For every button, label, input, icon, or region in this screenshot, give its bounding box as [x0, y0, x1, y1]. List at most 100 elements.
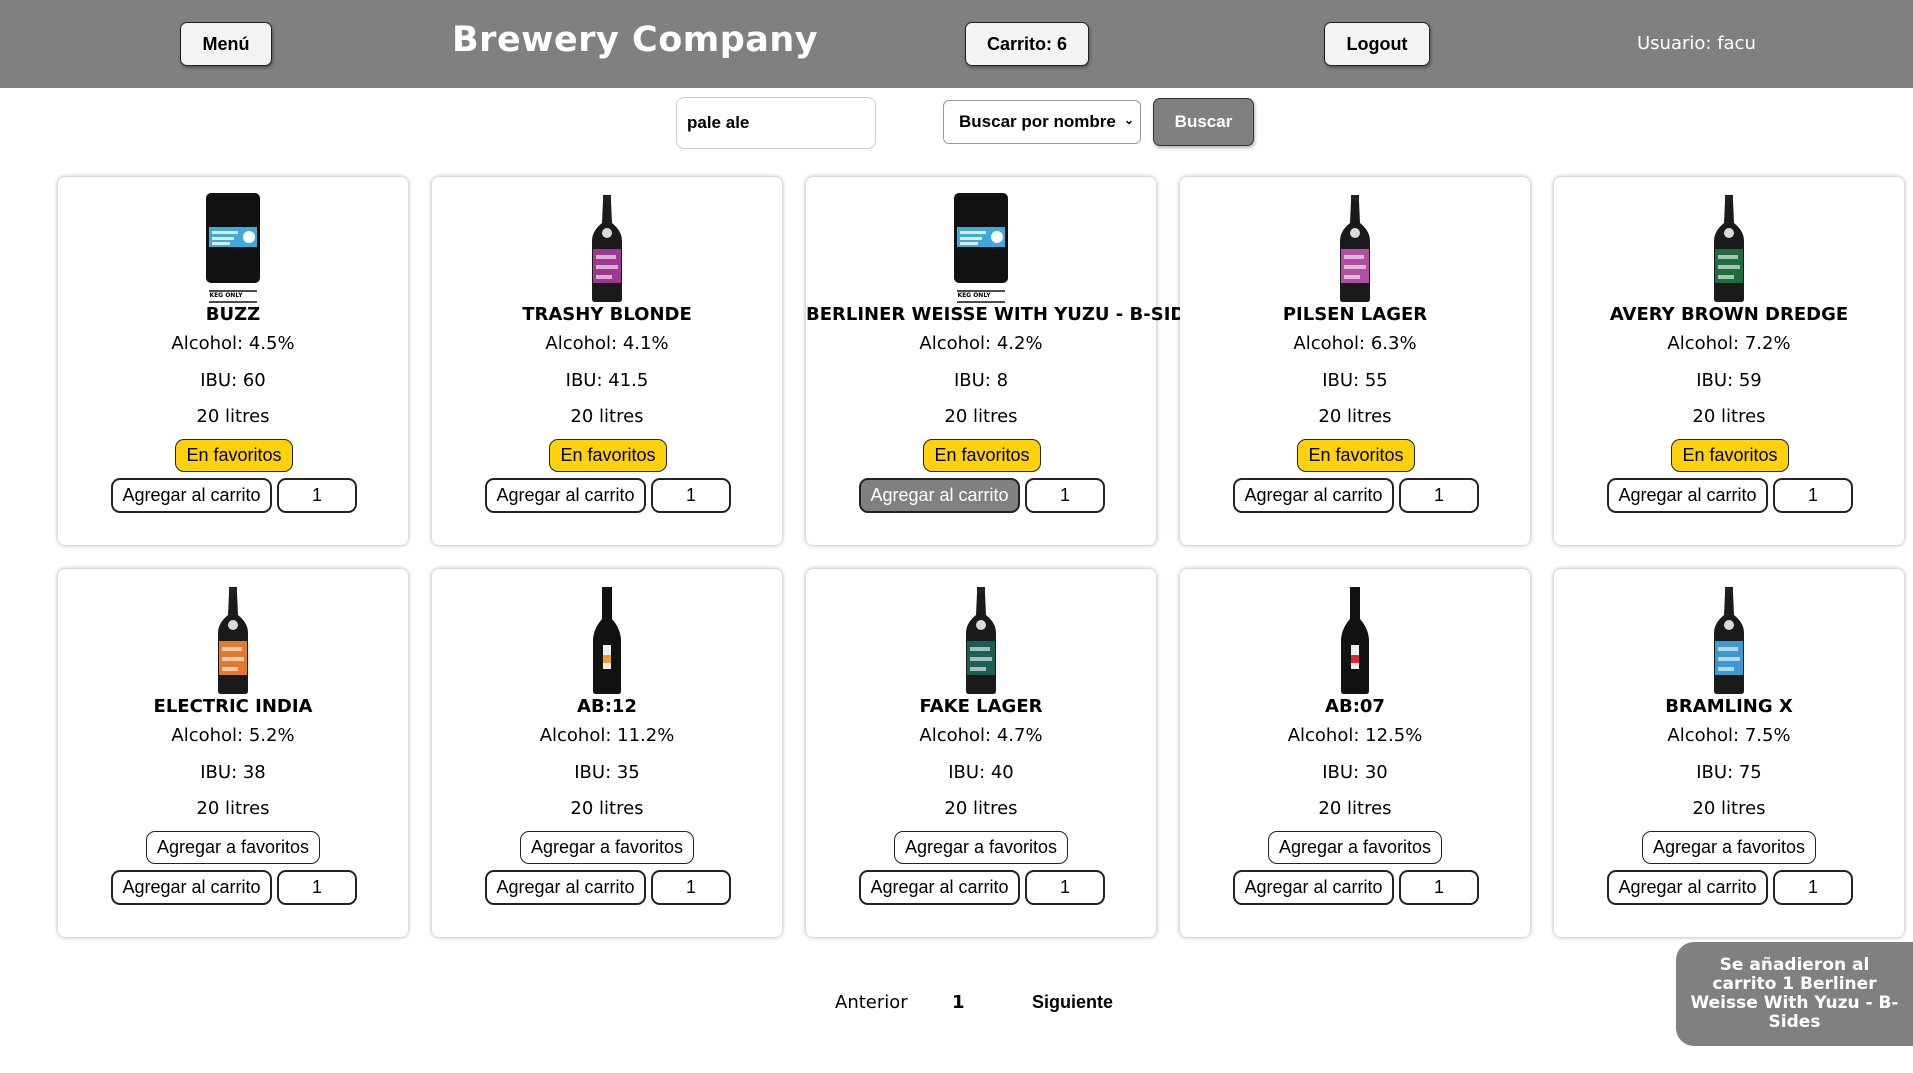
in-favorites-button[interactable]: En favoritos [1671, 439, 1789, 472]
in-favorites-button[interactable]: En favoritos [1297, 439, 1415, 472]
add-to-favorites-button[interactable]: Agregar a favoritos [146, 831, 320, 864]
add-to-cart-button[interactable]: Agregar al carrito [485, 870, 646, 905]
product-ibu: IBU: 75 [1696, 762, 1762, 783]
quantity-input[interactable]: 1 [651, 870, 731, 905]
search-mode-select[interactable]: Buscar por nombre ⌄ [943, 100, 1141, 144]
wine-bottle-icon [572, 585, 642, 695]
product-name: PILSEN LAGER [1282, 304, 1428, 325]
product-card: AB:12 Alcohol: 11.2% IBU: 35 20 litres Agreg… [432, 569, 782, 937]
quantity-input[interactable]: 1 [1025, 478, 1105, 513]
product-alcohol: Alcohol: 5.2% [171, 725, 295, 746]
product-ibu: IBU: 59 [1696, 370, 1762, 391]
chevron-down-icon: ⌄ [1123, 113, 1134, 127]
add-to-cart-button[interactable]: Agregar al carrito [1607, 478, 1768, 513]
cart-button[interactable]: Carrito: 6 [965, 22, 1089, 66]
add-to-cart-button[interactable]: Agregar al carrito [485, 478, 646, 513]
product-alcohol: Alcohol: 6.3% [1293, 333, 1417, 354]
product-name: BUZZ [205, 304, 261, 325]
product-ibu: IBU: 38 [200, 762, 266, 783]
product-card: AVERY BROWN DREDGE Alcohol: 7.2% IBU: 59 20… [1554, 177, 1904, 545]
keg-label: KEG ONLY [209, 292, 243, 299]
quantity-input[interactable]: 1 [651, 478, 731, 513]
product-volume: 20 litres [570, 798, 644, 819]
product-volume: 20 litres [944, 798, 1018, 819]
search-button[interactable]: Buscar [1153, 98, 1254, 146]
bottle-icon [1694, 193, 1764, 303]
product-alcohol: Alcohol: 12.5% [1287, 725, 1423, 746]
user-label: Usuario: facu [1637, 33, 1756, 54]
wine-bottle-icon [1320, 585, 1390, 695]
product-volume: 20 litres [1318, 798, 1392, 819]
in-favorites-button[interactable]: En favoritos [549, 439, 667, 472]
add-to-favorites-button[interactable]: Agregar a favoritos [1642, 831, 1816, 864]
bottle-icon [198, 585, 268, 695]
add-to-cart-button[interactable]: Agregar al carrito [111, 870, 272, 905]
product-volume: 20 litres [1692, 406, 1766, 427]
add-to-favorites-button[interactable]: Agregar a favoritos [894, 831, 1068, 864]
quantity-input[interactable]: 1 [277, 478, 357, 513]
product-ibu: IBU: 55 [1322, 370, 1388, 391]
brand-title: Brewery Company [452, 20, 819, 60]
bottle-icon [1320, 193, 1390, 303]
prev-page-link[interactable]: Anterior [835, 992, 908, 1013]
product-alcohol: Alcohol: 4.5% [171, 333, 295, 354]
product-card: ELECTRIC INDIA Alcohol: 5.2% IBU: 38 20 lit… [58, 569, 408, 937]
add-to-cart-button[interactable]: Agregar al carrito [859, 870, 1020, 905]
product-card: TRASHY BLONDE Alcohol: 4.1% IBU: 41.5 20 li… [432, 177, 782, 545]
product-alcohol: Alcohol: 7.2% [1667, 333, 1791, 354]
bottle-icon [946, 585, 1016, 695]
add-to-cart-button[interactable]: Agregar al carrito [1233, 478, 1394, 513]
product-card: AB:07 Alcohol: 12.5% IBU: 30 20 litres Agreg… [1180, 569, 1530, 937]
add-to-cart-button[interactable]: Agregar al carrito [1233, 870, 1394, 905]
bottle-icon [1694, 585, 1764, 695]
product-ibu: IBU: 60 [200, 370, 266, 391]
product-ibu: IBU: 40 [948, 762, 1014, 783]
product-volume: 20 litres [944, 406, 1018, 427]
product-ibu: IBU: 41.5 [565, 370, 649, 391]
in-favorites-button[interactable]: En favoritos [175, 439, 293, 472]
product-card: BRAMLING X Alcohol: 7.5% IBU: 75 20 litres A… [1554, 569, 1904, 937]
product-card: KEG ONLY BUZZ Alcohol: 4.5% IBU: 60 20 litre… [58, 177, 408, 545]
add-to-cart-button[interactable]: Agregar al carrito [859, 478, 1020, 513]
top-navbar: Menú Brewery Company Carrito: 6 Logout U… [0, 0, 1913, 88]
product-card: FAKE LAGER Alcohol: 4.7% IBU: 40 20 litres A… [806, 569, 1156, 937]
add-to-cart-button[interactable]: Agregar al carrito [111, 478, 272, 513]
in-favorites-button[interactable]: En favoritos [923, 439, 1041, 472]
toast-notification: Se añadieron al carrito 1 Berliner Weiss… [1676, 942, 1913, 1046]
logout-button[interactable]: Logout [1324, 22, 1430, 66]
product-volume: 20 litres [570, 406, 644, 427]
product-volume: 20 litres [196, 798, 270, 819]
product-alcohol: Alcohol: 4.1% [545, 333, 669, 354]
menu-button[interactable]: Menú [180, 22, 272, 66]
quantity-input[interactable]: 1 [1773, 478, 1853, 513]
current-page[interactable]: 1 [952, 992, 965, 1013]
add-to-favorites-button[interactable]: Agregar a favoritos [520, 831, 694, 864]
product-ibu: IBU: 8 [953, 370, 1009, 391]
search-input[interactable]: pale ale [676, 97, 876, 149]
product-volume: 20 litres [196, 406, 270, 427]
product-name: AVERY BROWN DREDGE [1609, 304, 1849, 325]
next-page-link[interactable]: Siguiente [1032, 992, 1113, 1013]
quantity-input[interactable]: 1 [1399, 870, 1479, 905]
quantity-input[interactable]: 1 [277, 870, 357, 905]
quantity-input[interactable]: 1 [1399, 478, 1479, 513]
bottle-icon [572, 193, 642, 303]
keg-icon: KEG ONLY [198, 193, 268, 303]
product-volume: 20 litres [1692, 798, 1766, 819]
product-alcohol: Alcohol: 11.2% [539, 725, 675, 746]
product-card: PILSEN LAGER Alcohol: 6.3% IBU: 55 20 litre… [1180, 177, 1530, 545]
add-to-cart-button[interactable]: Agregar al carrito [1607, 870, 1768, 905]
keg-icon: KEG ONLY [946, 193, 1016, 303]
product-name: BERLINER WEISSE WITH YUZU - B-SIDES [806, 304, 1211, 325]
product-name: BRAMLING X [1665, 696, 1793, 717]
product-volume: 20 litres [1318, 406, 1392, 427]
product-name: TRASHY BLONDE [522, 304, 692, 325]
product-ibu: IBU: 30 [1322, 762, 1388, 783]
product-name: ELECTRIC INDIA [153, 696, 313, 717]
product-name: AB:12 [577, 696, 637, 717]
quantity-input[interactable]: 1 [1025, 870, 1105, 905]
quantity-input[interactable]: 1 [1773, 870, 1853, 905]
product-name: FAKE LAGER [919, 696, 1043, 717]
product-alcohol: Alcohol: 7.5% [1667, 725, 1791, 746]
add-to-favorites-button[interactable]: Agregar a favoritos [1268, 831, 1442, 864]
